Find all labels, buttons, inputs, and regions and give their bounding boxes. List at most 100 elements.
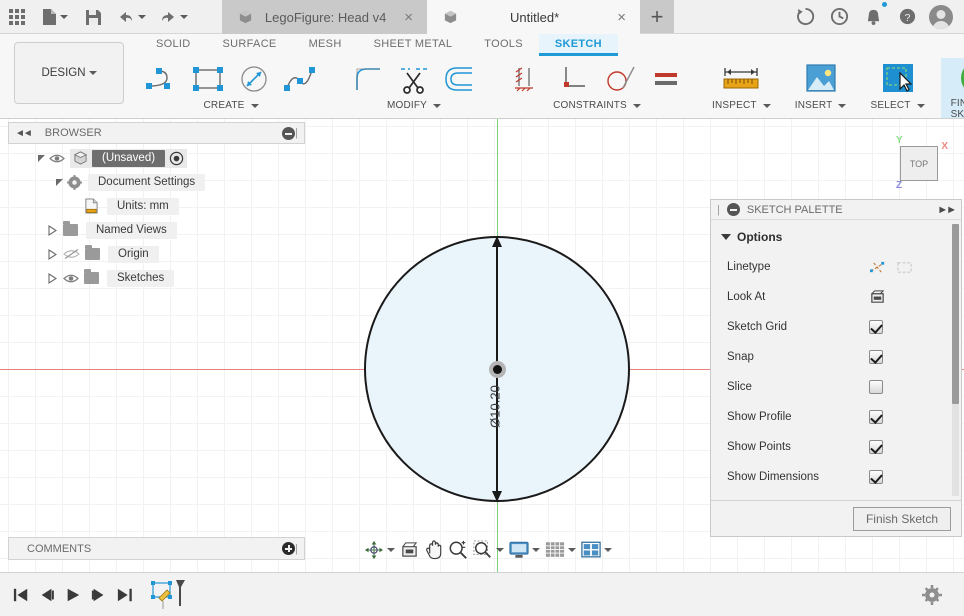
go-to-end-button[interactable] (112, 582, 138, 608)
look-at-icon[interactable] (869, 289, 886, 305)
expander-open-icon[interactable] (38, 154, 45, 162)
construction-line-icon[interactable] (869, 260, 886, 275)
view-cube[interactable]: X Y Z TOP (888, 135, 948, 193)
measure-tool[interactable] (719, 59, 763, 99)
target-icon[interactable] (169, 151, 184, 166)
new-tab-button[interactable]: + (640, 0, 674, 33)
plus-circle-icon[interactable] (282, 542, 296, 555)
close-tab-icon[interactable]: × (398, 10, 413, 25)
double-arrow-right-icon[interactable]: ►► (937, 204, 957, 216)
design-workspace-button[interactable]: DESIGN (14, 42, 124, 104)
ribbon-group-label-insert: INSERT (795, 100, 847, 111)
viewcube-face-top[interactable]: TOP (900, 146, 938, 181)
ribbon-tab-sketch[interactable]: SKETCH (538, 34, 618, 56)
sketch-feature-marker[interactable] (150, 578, 186, 612)
step-forward-button[interactable] (86, 582, 112, 608)
minus-circle-icon[interactable] (726, 203, 740, 216)
ribbon-tab-solid[interactable]: SOLID (140, 34, 207, 56)
history-clock-icon[interactable] (822, 0, 856, 34)
tree-item-units[interactable]: Units: mm (8, 194, 305, 218)
centerline-icon[interactable] (896, 260, 913, 275)
expander-closed-icon[interactable] (48, 224, 57, 236)
panel-resize-grip[interactable]: | (295, 127, 298, 139)
refresh-icon[interactable] (788, 0, 822, 34)
ribbon-tab-surface[interactable]: SURFACE (207, 34, 293, 56)
new-document-button[interactable] (34, 0, 76, 34)
tree-item-document-settings[interactable]: Document Settings (8, 170, 305, 194)
expander-closed-icon[interactable] (48, 272, 57, 284)
tangent-constraint[interactable] (598, 59, 642, 99)
horizontal-vertical-constraint[interactable] (506, 59, 550, 99)
panel-resize-grip[interactable]: | (295, 543, 298, 555)
finish-sketch-button[interactable]: Finish Sketch (852, 506, 951, 531)
ribbon-tab-sheet-metal[interactable]: SHEET METAL (358, 34, 469, 56)
tree-item-origin[interactable]: Origin (8, 242, 305, 266)
zoom-tool[interactable] (446, 538, 470, 562)
go-to-beginning-button[interactable] (8, 582, 34, 608)
visibility-hidden-eye-icon[interactable] (63, 248, 80, 260)
diameter-dimension-text[interactable]: Ø10.20 (488, 367, 503, 447)
redo-button[interactable] (152, 0, 194, 34)
circle-tool[interactable] (232, 59, 276, 99)
document-tab-legofigure[interactable]: LegoFigure: Head v4 × (222, 0, 427, 34)
show-dimensions-checkbox[interactable] (869, 470, 883, 484)
fillet-tool[interactable] (346, 59, 390, 99)
visibility-eye-icon[interactable] (63, 273, 79, 284)
snap-checkbox[interactable] (869, 350, 883, 364)
orbit-tool[interactable] (362, 538, 397, 562)
expander-closed-icon[interactable] (48, 248, 57, 260)
perpendicular-constraint[interactable] (552, 59, 596, 99)
options-section-header[interactable]: Options (711, 228, 961, 252)
tree-item-unsaved[interactable]: (Unsaved) (8, 146, 305, 170)
show-profile-checkbox[interactable] (869, 410, 883, 424)
sketch-palette-header: | SKETCH PALETTE ►► (711, 200, 961, 220)
step-back-button[interactable] (34, 582, 60, 608)
gear-icon[interactable] (922, 584, 942, 605)
save-button[interactable] (76, 0, 110, 34)
palette-scrollbar-thumb[interactable] (952, 224, 959, 404)
select-tool[interactable] (876, 59, 920, 99)
grid-snaps-tool[interactable] (543, 538, 578, 562)
pan-tool[interactable] (422, 538, 445, 562)
option-label: Show Dimensions (727, 471, 820, 483)
visibility-eye-icon[interactable] (49, 153, 65, 164)
slice-checkbox[interactable] (869, 380, 883, 394)
show-points-checkbox[interactable] (869, 440, 883, 454)
spline-tool[interactable] (278, 59, 322, 99)
dimension-arrow-top (492, 236, 502, 247)
display-settings-tool[interactable] (507, 538, 542, 562)
sketch-center-point[interactable] (489, 361, 506, 378)
look-at-tool[interactable] (398, 538, 421, 562)
ribbon-group-finish-sketch[interactable]: FINISH SKETCH (940, 58, 964, 120)
offset-tool[interactable] (438, 59, 482, 99)
line-tool[interactable] (140, 59, 184, 99)
play-button[interactable] (60, 582, 86, 608)
trim-tool[interactable] (392, 59, 436, 99)
undo-button[interactable] (110, 0, 152, 34)
close-tab-icon[interactable]: × (611, 10, 626, 25)
document-tab-title: Untitled* (510, 9, 560, 25)
minus-circle-icon[interactable] (282, 126, 296, 140)
equal-constraint[interactable] (644, 59, 688, 99)
help-icon[interactable]: ? (890, 0, 924, 34)
rectangle-tool[interactable] (186, 59, 230, 99)
apps-grid-icon[interactable] (0, 0, 34, 34)
finish-sketch-tool[interactable] (956, 58, 964, 98)
insert-image-tool[interactable] (799, 59, 843, 99)
panel-resize-grip[interactable]: | (717, 204, 720, 216)
ribbon-tab-tools[interactable]: TOOLS (468, 34, 539, 56)
notifications-bell-icon[interactable] (856, 0, 890, 34)
viewports-tool[interactable] (579, 538, 614, 562)
tree-item-sketches[interactable]: Sketches (8, 266, 305, 290)
sketch-grid-checkbox[interactable] (869, 320, 883, 334)
document-tab-untitled[interactable]: Untitled* × (427, 0, 640, 34)
palette-option-linetype: Linetype (711, 252, 961, 282)
ribbon-tab-mesh[interactable]: MESH (293, 34, 358, 56)
collapse-left-icon[interactable]: ◄◄ (15, 128, 33, 139)
tree-item-named-views[interactable]: Named Views (8, 218, 305, 242)
zoom-window-tool[interactable] (471, 538, 506, 562)
user-avatar[interactable] (924, 0, 958, 34)
expander-open-icon[interactable] (56, 178, 63, 186)
axis-label-y: Y (896, 135, 903, 146)
ribbon-tool-groups: CREATE MODIFY CONSTRAINTS INSPECT INSERT… (132, 58, 964, 120)
